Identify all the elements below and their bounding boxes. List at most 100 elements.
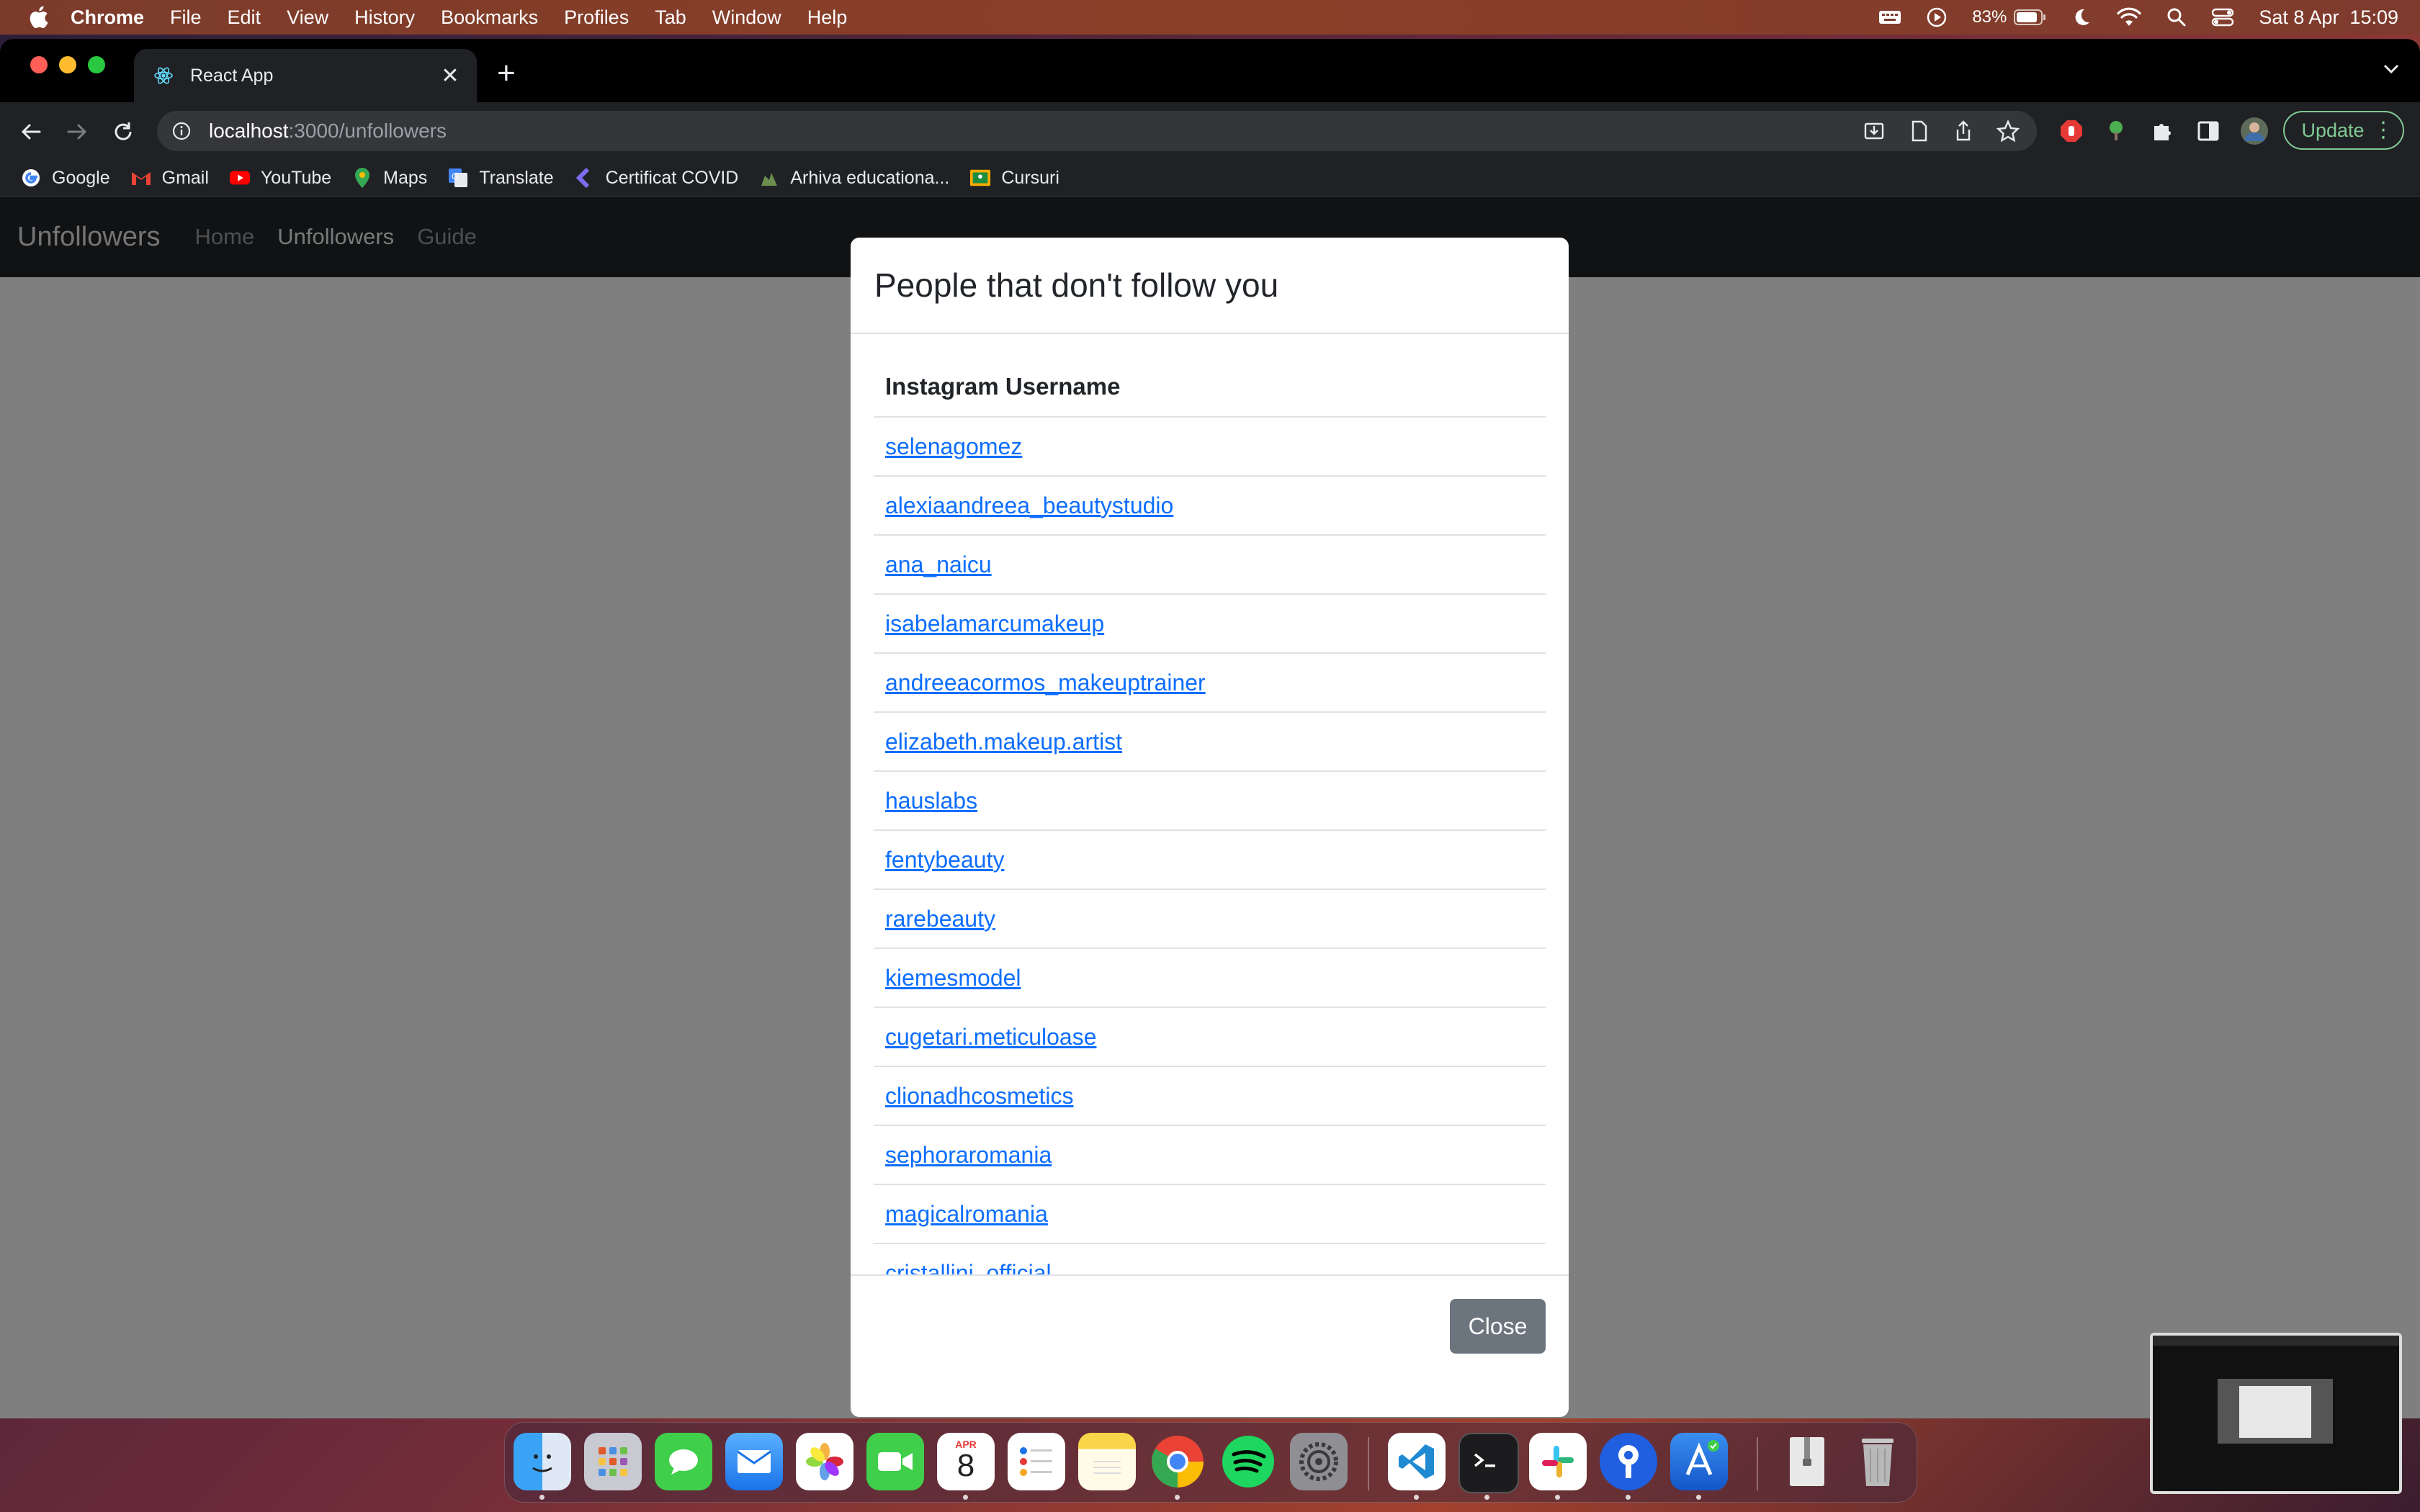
username-link[interactable]: sephoraromania <box>885 1142 1052 1169</box>
menu-profiles[interactable]: Profiles <box>564 6 629 29</box>
menu-window[interactable]: Window <box>712 6 781 29</box>
bookmarks-bar: Google Gmail YouTube Maps G Translate Ce… <box>0 160 2420 197</box>
messages-icon[interactable] <box>655 1433 712 1490</box>
close-button[interactable]: Close <box>1450 1299 1546 1354</box>
table-row: isabelamarcumakeup <box>874 595 1546 654</box>
more-menu-icon[interactable]: ⋮ <box>2372 117 2394 143</box>
username-link[interactable]: selenagomez <box>885 433 1022 460</box>
bookmark-maps[interactable]: Maps <box>351 167 427 189</box>
bookmark-google[interactable]: Google <box>20 167 110 189</box>
unfollowers-table: Instagram Username selenagomez alexiaand… <box>874 357 1546 1274</box>
xcode-icon[interactable] <box>1670 1433 1728 1490</box>
keyboard-icon[interactable] <box>1878 9 1901 26</box>
bookmark-youtube[interactable]: YouTube <box>229 167 331 189</box>
adblock-extension-icon[interactable] <box>2057 117 2086 145</box>
bookmark-arhiva-educationala[interactable]: Arhiva educationa... <box>758 167 949 189</box>
username-link[interactable]: alexiaandreea_beautystudio <box>885 492 1173 519</box>
reminders-icon[interactable] <box>1008 1433 1065 1490</box>
menu-edit[interactable]: Edit <box>228 6 261 29</box>
forward-button[interactable] <box>62 117 92 147</box>
table-row: kiemesmodel <box>874 949 1546 1008</box>
menu-bookmarks[interactable]: Bookmarks <box>441 6 538 29</box>
facetime-icon[interactable] <box>866 1433 924 1490</box>
launchpad-icon[interactable] <box>584 1433 642 1490</box>
username-link[interactable]: cugetari.meticuloase <box>885 1024 1096 1050</box>
address-bar[interactable]: localhost:3000/unfollowers <box>157 111 2037 151</box>
menu-help[interactable]: Help <box>807 6 848 29</box>
username-link[interactable]: clionadhcosmetics <box>885 1083 1073 1110</box>
bookmark-star-icon[interactable] <box>1996 120 2020 143</box>
apple-logo-icon[interactable] <box>27 5 49 30</box>
modal-footer: Close <box>851 1274 1569 1417</box>
bookmark-translate[interactable]: G Translate <box>447 167 554 189</box>
reading-mode-icon[interactable] <box>1907 120 1930 143</box>
close-tab-icon[interactable]: ✕ <box>436 62 464 89</box>
table-row: hauslabs <box>874 772 1546 831</box>
bookmark-gmail[interactable]: Gmail <box>130 167 209 189</box>
username-link[interactable]: isabelamarcumakeup <box>885 611 1104 637</box>
sourcetree-icon[interactable] <box>1600 1433 1657 1490</box>
username-link[interactable]: elizabeth.makeup.artist <box>885 729 1122 755</box>
zoom-window-button[interactable] <box>88 56 105 73</box>
battery-status[interactable]: 83% <box>1972 7 2047 27</box>
new-tab-button[interactable]: + <box>497 58 516 89</box>
bookmark-certificat-covid[interactable]: Certificat COVID <box>574 167 738 189</box>
spotlight-search-icon[interactable] <box>2166 7 2187 27</box>
username-link[interactable]: fentybeauty <box>885 847 1004 873</box>
share-icon[interactable] <box>1952 120 1975 143</box>
finder-icon[interactable] <box>514 1433 571 1490</box>
back-button[interactable] <box>16 117 46 147</box>
clock[interactable]: Sat 8 Apr 15:09 <box>2259 6 2398 29</box>
thumbnail-modal <box>2239 1386 2311 1438</box>
slack-icon[interactable] <box>1529 1433 1587 1490</box>
trash-icon[interactable] <box>1849 1433 1906 1490</box>
notes-icon[interactable] <box>1078 1433 1136 1490</box>
screenshot-thumbnail[interactable] <box>2150 1333 2402 1494</box>
play-circle-icon[interactable] <box>1926 6 1948 28</box>
photos-icon[interactable] <box>796 1433 853 1490</box>
username-link[interactable]: rarebeauty <box>885 906 995 932</box>
maps-pin-icon <box>351 167 373 189</box>
username-link[interactable]: cristallini_official <box>885 1260 1052 1275</box>
vscode-icon[interactable] <box>1388 1433 1446 1490</box>
extensions-puzzle-icon[interactable] <box>2148 117 2177 145</box>
menu-app-chrome[interactable]: Chrome <box>71 6 144 29</box>
spotify-icon[interactable] <box>1219 1433 1277 1490</box>
tab-react-app[interactable]: React App ✕ <box>134 49 477 102</box>
downloads-icon[interactable] <box>1778 1433 1836 1490</box>
username-link[interactable]: ana_naicu <box>885 552 992 578</box>
classroom-icon <box>969 167 991 189</box>
tree-extension-icon[interactable] <box>2102 117 2130 145</box>
close-window-button[interactable] <box>30 56 48 73</box>
minimize-window-button[interactable] <box>59 56 76 73</box>
chrome-icon[interactable] <box>1149 1433 1206 1490</box>
profile-avatar[interactable] <box>2240 117 2269 145</box>
wifi-icon[interactable] <box>2116 7 2142 27</box>
terminal-icon[interactable] <box>1458 1433 1519 1493</box>
system-settings-icon[interactable] <box>1290 1433 1348 1490</box>
tab-title: React App <box>190 65 274 86</box>
username-link[interactable]: andreeacormos_makeuptrainer <box>885 670 1206 696</box>
mail-icon[interactable] <box>725 1433 783 1490</box>
reload-button[interactable] <box>108 117 138 147</box>
username-link[interactable]: magicalromania <box>885 1201 1048 1228</box>
modal-body[interactable]: Instagram Username selenagomez alexiaand… <box>851 334 1569 1274</box>
username-link[interactable]: kiemesmodel <box>885 965 1021 991</box>
bookmark-cursuri[interactable]: Cursuri <box>969 167 1059 189</box>
svg-text:G: G <box>452 171 458 181</box>
install-app-icon[interactable] <box>1863 120 1886 143</box>
site-info-icon[interactable] <box>171 121 192 141</box>
tab-search-chevron-icon[interactable] <box>2383 63 2400 75</box>
bookmark-label: Cursuri <box>1001 167 1059 188</box>
menu-tab[interactable]: Tab <box>655 6 686 29</box>
table-row: elizabeth.makeup.artist <box>874 713 1546 772</box>
username-link[interactable]: hauslabs <box>885 788 977 814</box>
calendar-icon[interactable]: APR 8 <box>937 1433 995 1490</box>
menu-file[interactable]: File <box>170 6 202 29</box>
moon-icon[interactable] <box>2071 7 2092 27</box>
menu-view[interactable]: View <box>287 6 328 29</box>
control-center-icon[interactable] <box>2211 7 2234 27</box>
update-chrome-button[interactable]: Update ⋮ <box>2283 111 2404 150</box>
menu-history[interactable]: History <box>354 6 415 29</box>
side-panel-icon[interactable] <box>2194 117 2223 145</box>
